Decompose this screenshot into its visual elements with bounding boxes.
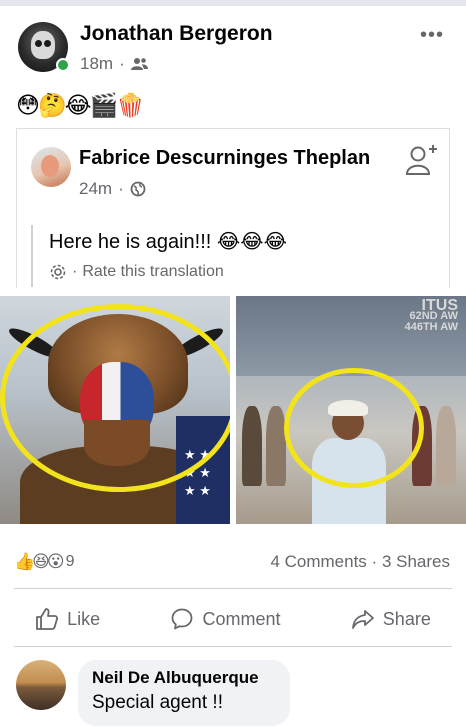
translation-row: · Rate this translation (49, 263, 224, 281)
comment-author[interactable]: Neil De Albuquerque (92, 668, 276, 688)
post-time[interactable]: 18m (80, 54, 113, 74)
post-emoji-text: 😳🤔😂🎬🍿 (16, 92, 145, 118)
crowd-person (436, 406, 456, 486)
engagement-counts: 4 Comments · 3 Shares (270, 552, 450, 572)
globe-icon (130, 181, 146, 197)
crowd-person (266, 406, 286, 486)
reaction-count: 9 (65, 553, 75, 570)
friends-audience-icon (130, 58, 148, 70)
share-button[interactable]: Share (341, 601, 441, 637)
comment-label: Comment (202, 608, 281, 629)
post-photo-left[interactable] (0, 296, 230, 524)
share-label: Share (382, 608, 431, 629)
shared-post-time[interactable]: 24m (79, 179, 112, 199)
thumbs-up-icon (36, 608, 59, 630)
highlight-circle-left (0, 304, 230, 492)
shared-post-message: Here he is again!!! (49, 231, 212, 253)
reaction-icons: 👍😆😮 (14, 552, 65, 571)
tail-marking-line-3: 446TH AW (404, 321, 458, 333)
shared-post: Fabrice Descurninges Theplan 24m · Here … (16, 128, 450, 288)
share-arrow-icon (351, 610, 374, 629)
post-author-name[interactable]: Jonathan Bergeron (80, 22, 273, 46)
comment-text: Special agent !! (92, 692, 223, 713)
online-status-dot (56, 58, 70, 72)
shared-post-text: Here he is again!!! 😂😂😂 (49, 229, 287, 254)
shared-author-name[interactable]: Fabrice Descurninges Theplan (79, 147, 370, 170)
shared-author-avatar[interactable] (31, 147, 71, 187)
like-label: Like (67, 608, 101, 629)
comment-bubble: Neil De Albuquerque Special agent !! (78, 660, 290, 726)
commenter-avatar[interactable] (16, 660, 66, 710)
crowd-person (242, 406, 262, 486)
post-meta: 18m · (80, 54, 148, 74)
shared-post-meta: 24m · (79, 179, 146, 199)
post-header: Jonathan Bergeron 18m · ••• (12, 18, 454, 78)
meta-separator: · (119, 54, 125, 73)
divider (14, 646, 452, 647)
meta-separator: · (118, 179, 124, 198)
shared-post-emojis: 😂😂😂 (216, 231, 287, 253)
reaction-summary[interactable]: 👍😆😮 9 (14, 552, 75, 572)
comments-count[interactable]: 4 Comments (270, 552, 366, 571)
comment-button[interactable]: Comment (160, 601, 290, 637)
add-friend-icon[interactable] (405, 143, 439, 177)
quote-bar (31, 225, 33, 287)
gear-icon[interactable] (49, 263, 67, 281)
top-strip (0, 0, 466, 6)
aircraft-markings: ITUS 62ND AW 446TH AW (404, 298, 458, 333)
action-bar: Like Comment Share (0, 596, 466, 642)
divider (14, 588, 452, 589)
more-options-icon[interactable]: ••• (420, 24, 444, 47)
skull-icon (31, 31, 55, 59)
shares-count[interactable]: 3 Shares (382, 552, 450, 571)
post-photo-right[interactable]: ITUS 62ND AW 446TH AW (236, 296, 466, 524)
comment-bubble-icon (172, 608, 193, 630)
highlight-circle-right (284, 368, 424, 488)
translation-separator: · (72, 263, 78, 280)
rate-translation-link[interactable]: Rate this translation (82, 263, 223, 281)
like-button[interactable]: Like (25, 601, 110, 637)
counts-separator: · (371, 552, 378, 571)
